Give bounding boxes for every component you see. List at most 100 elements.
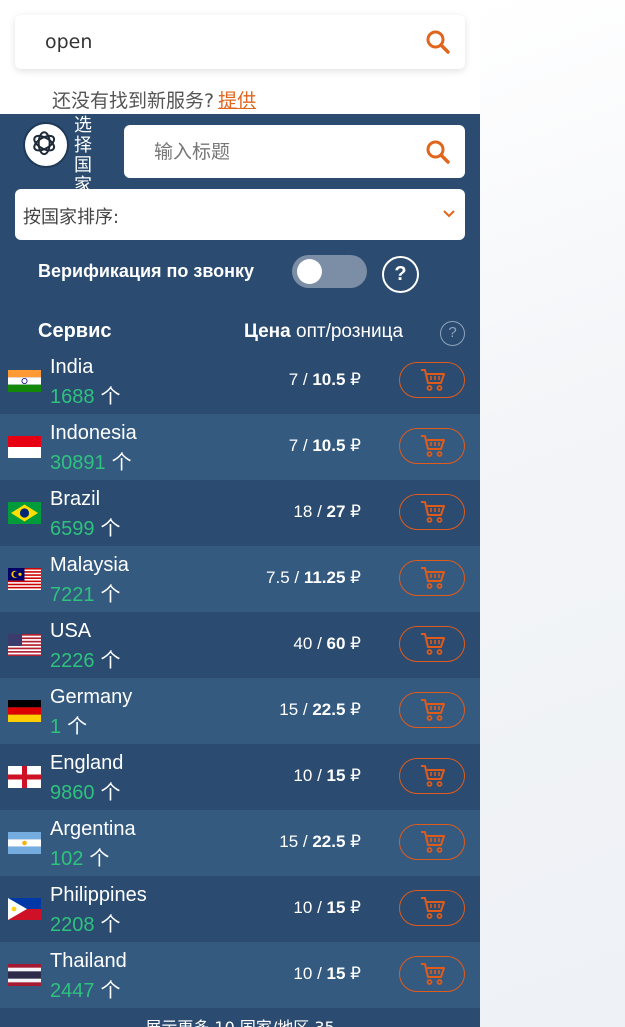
country-row-germany[interactable]: Germany 1 个 15 / 22.5 ₽ [0,678,480,744]
country-price: 10 / 15 ₽ [293,766,361,785]
india-flag-icon [8,370,41,392]
country-count: 102 个 [50,842,109,871]
count-value: 6599 [50,518,95,540]
price-retail: 15 [326,964,346,983]
buy-button[interactable] [399,890,465,926]
country-price: 7 / 10.5 ₽ [288,370,361,389]
currency-sign: ₽ [350,832,361,851]
show-more-link[interactable]: 展示更多 10 国家/地区 35 [0,1014,480,1027]
price-opt: 15 [279,832,299,851]
country-count: 2208 个 [50,908,121,937]
philippines-flag-icon [8,898,41,920]
malaysia-flag-icon [8,568,41,590]
buy-button[interactable] [399,494,465,530]
country-price: 15 / 22.5 ₽ [279,700,361,719]
price-retail: 15 [326,766,346,785]
search-icon[interactable] [425,29,451,55]
count-value: 7221 [50,584,95,606]
price-retail: 15 [326,898,346,917]
suggest-link[interactable]: 提供 [218,90,256,112]
country-row-indonesia[interactable]: Indonesia 30891 个 7 / 10.5 ₽ [0,414,480,480]
column-service-header: Сервис [38,320,112,342]
currency-sign: ₽ [350,898,361,917]
country-count: 6599 个 [50,512,121,541]
price-opt: 10 [293,766,313,785]
column-price-header: Цена опт/розница [244,321,403,343]
title-search[interactable] [124,125,465,178]
not-found-label: 还没有找到新服务? [52,90,215,112]
arrow-up-icon: 个 [100,384,121,408]
price-opt: 7 [288,436,299,455]
count-value: 30891 [50,452,106,474]
price-opt: 10 [293,898,313,917]
country-list: India 1688 个 7 / 10.5 ₽ Indonesia 30891 个 7 / 1… [0,348,480,1008]
country-name: Germany [50,686,133,708]
title-search-input[interactable] [154,125,424,178]
help-button[interactable]: ? [382,256,419,293]
country-price: 15 / 22.5 ₽ [279,832,361,851]
currency-sign: ₽ [350,502,361,521]
country-price: 7.5 / 11.25 ₽ [266,568,361,587]
arrow-up-icon: 个 [89,846,110,870]
currency-sign: ₽ [350,370,361,389]
price-opt: 7.5 [266,568,290,587]
count-value: 2226 [50,650,95,672]
search-icon[interactable] [425,139,451,165]
buy-button[interactable] [399,362,465,398]
service-search-input[interactable] [45,15,425,69]
buy-button[interactable] [399,428,465,464]
country-row-thailand[interactable]: Thailand 2447 个 10 / 15 ₽ [0,942,480,1008]
price-opt: 18 [293,502,313,521]
buy-button[interactable] [399,560,465,596]
country-price: 18 / 27 ₽ [293,502,361,521]
background [480,0,625,1027]
arrow-up-icon: 个 [100,648,121,672]
arrow-up-icon: 个 [100,912,121,936]
usa-flag-icon [8,634,41,656]
country-price: 10 / 15 ₽ [293,964,361,983]
country-count: 7221 个 [50,578,121,607]
price-retail: 27 [326,502,346,521]
service-panel: 选择国家 按国家排序: Верификация по звонку ? Серв… [0,114,480,1027]
country-count: 30891 个 [50,446,132,475]
thailand-flag-icon [8,964,41,986]
currency-sign: ₽ [350,634,361,653]
england-flag-icon [8,766,41,788]
country-row-brazil[interactable]: Brazil 6599 个 18 / 27 ₽ [0,480,480,546]
price-opt: 10 [293,964,313,983]
buy-button[interactable] [399,956,465,992]
price-header-rest: опт/розница [296,321,404,342]
indonesia-flag-icon [8,436,41,458]
buy-button[interactable] [399,626,465,662]
count-value: 9860 [50,782,95,804]
buy-button[interactable] [399,758,465,794]
country-row-india[interactable]: India 1688 个 7 / 10.5 ₽ [0,348,480,414]
price-help-icon[interactable]: ? [440,321,465,346]
country-count: 2447 个 [50,974,121,1003]
country-price: 40 / 60 ₽ [293,634,361,653]
country-row-england[interactable]: England 9860 个 10 / 15 ₽ [0,744,480,810]
country-price: 7 / 10.5 ₽ [288,436,361,455]
country-count: 9860 个 [50,776,121,805]
currency-sign: ₽ [350,964,361,983]
country-row-philippines[interactable]: Philippines 2208 个 10 / 15 ₽ [0,876,480,942]
choose-country-label: 选择国家 [74,115,92,196]
country-name: Philippines [50,884,147,906]
sort-select[interactable]: 按国家排序: [15,189,465,240]
arrow-up-icon: 个 [100,780,121,804]
call-verification-toggle[interactable] [292,255,367,288]
service-search[interactable] [15,15,465,69]
buy-button[interactable] [399,692,465,728]
price-opt: 15 [279,700,299,719]
buy-button[interactable] [399,824,465,860]
price-retail: 22.5 [312,832,346,851]
country-name: Thailand [50,950,127,972]
arrow-up-icon: 个 [100,582,121,606]
currency-sign: ₽ [350,766,361,785]
price-retail: 60 [326,634,346,653]
country-name: England [50,752,124,774]
germany-flag-icon [8,700,41,722]
country-row-usa[interactable]: USA 2226 个 40 / 60 ₽ [0,612,480,678]
country-row-argentina[interactable]: Argentina 102 个 15 / 22.5 ₽ [0,810,480,876]
country-row-malaysia[interactable]: Malaysia 7221 个 7.5 / 11.25 ₽ [0,546,480,612]
